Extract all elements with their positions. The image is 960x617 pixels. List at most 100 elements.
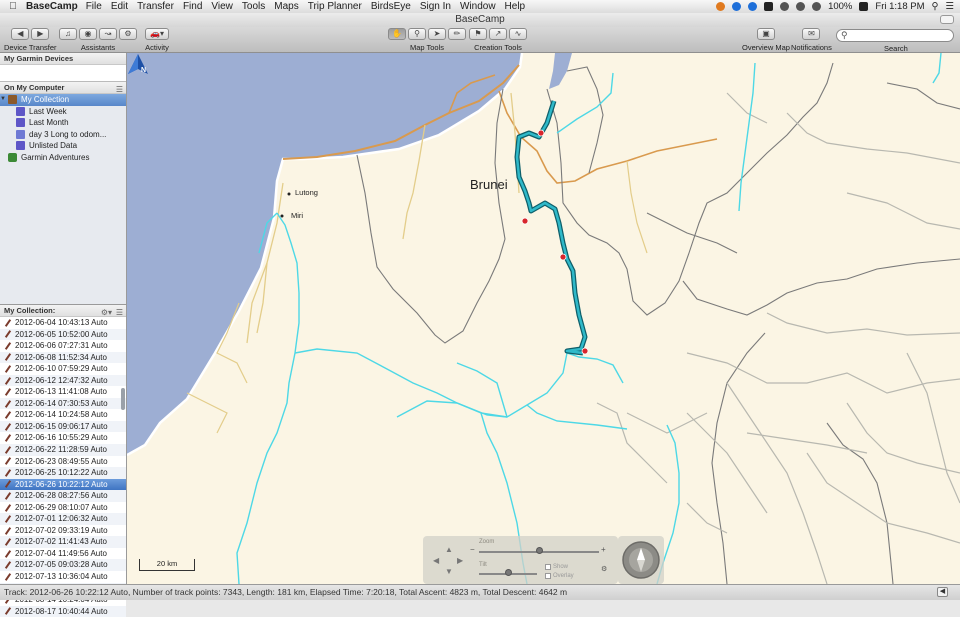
apple-menu-icon[interactable]:  [6, 1, 20, 12]
menu-view[interactable]: View [211, 1, 233, 12]
track-list-item[interactable]: 2012-06-08 11:52:34 Auto [0, 351, 126, 364]
measure-tool-icon[interactable]: ✏ [448, 28, 466, 40]
battery-level[interactable]: 100% [828, 1, 852, 12]
track-list-item[interactable]: 2012-06-29 08:10:07 Auto [0, 502, 126, 514]
status-panel-button[interactable]: ◀ [937, 587, 948, 597]
pan-right-icon[interactable]: ▶ [457, 556, 463, 565]
send-to-device-button[interactable]: ▶ [31, 28, 50, 40]
track-list-item[interactable]: 2012-06-12 12:47:32 Auto [0, 374, 126, 387]
tree-item-my-collection[interactable]: ▼ My Collection [0, 94, 126, 106]
new-track-icon[interactable]: ∿ [509, 28, 527, 40]
track-list-item[interactable]: 2012-07-02 11:41:43 Auto [0, 536, 126, 548]
receive-from-device-button[interactable]: ◀ [11, 28, 30, 40]
menu-window[interactable]: Window [460, 1, 496, 12]
tilt-slider-knob[interactable] [505, 569, 512, 576]
menu-app-name[interactable]: BaseCamp [26, 1, 78, 12]
overlay-checkbox[interactable] [545, 573, 551, 579]
track-list-item[interactable]: 2012-07-13 10:36:04 Auto [0, 571, 126, 583]
music-assistant-icon[interactable]: ♫ [59, 28, 77, 40]
zoom-slider-knob[interactable] [536, 547, 543, 554]
waypoint-marker[interactable] [559, 253, 567, 261]
track-list-item[interactable]: 2012-06-06 07:27:31 Auto [0, 340, 126, 352]
nav-settings-gear-icon[interactable]: ⚙ [601, 565, 607, 573]
track-list-item[interactable]: 2012-07-02 09:33:19 Auto [0, 525, 126, 537]
tree-item-garmin-adventures[interactable]: Garmin Adventures [0, 152, 126, 164]
route-assistant-icon[interactable]: ↝ [99, 28, 117, 40]
wifi-icon[interactable] [796, 2, 806, 11]
devices-pane[interactable] [0, 65, 126, 82]
track-list-item[interactable]: 2012-06-14 07:30:53 Auto [0, 397, 126, 410]
track-list-item[interactable]: 2012-06-22 11:28:59 Auto [0, 444, 126, 456]
show-checkbox[interactable] [545, 564, 551, 570]
track-list-item[interactable]: 2012-06-15 09:06:17 Auto [0, 420, 126, 433]
menu-sign-in[interactable]: Sign In [420, 1, 451, 12]
bluetooth-icon[interactable] [780, 2, 790, 11]
track-list-item[interactable]: 2012-07-04 11:49:56 Auto [0, 548, 126, 560]
menu-maps[interactable]: Maps [274, 1, 298, 12]
pan-up-icon[interactable]: ▲ [445, 545, 453, 554]
track-list-item[interactable]: 2012-08-17 10:40:44 Auto [0, 605, 126, 617]
show-checkbox-row[interactable]: Show [545, 564, 568, 570]
waypoint-marker[interactable] [521, 217, 529, 225]
menu-transfer[interactable]: Transfer [137, 1, 174, 12]
list-menu-icon[interactable]: ☰ [116, 307, 123, 319]
menu-edit[interactable]: Edit [111, 1, 128, 12]
overview-map-button[interactable]: ▣ [756, 28, 775, 40]
menu-file[interactable]: File [86, 1, 102, 12]
menu-trip-planner[interactable]: Trip Planner [308, 1, 362, 12]
pan-control[interactable]: ▲ ◀ ▶ ▼ [431, 542, 467, 578]
track-list-item[interactable]: 2012-06-16 10:55:29 Auto [0, 432, 126, 444]
menu-clock[interactable]: Fri 1:18 PM [875, 1, 924, 12]
waypoint-marker[interactable] [537, 129, 545, 137]
menu-help[interactable]: Help [505, 1, 526, 12]
vlc-tray-icon[interactable] [716, 2, 726, 11]
activity-profile-select[interactable]: 🚗▾ [145, 28, 169, 40]
pan-left-icon[interactable]: ◀ [433, 556, 439, 565]
road-major-path [498, 90, 718, 184]
track-list-item[interactable]: 2012-06-25 10:12:22 Auto [0, 467, 126, 479]
search-input[interactable]: ⚲ [836, 29, 954, 42]
facebook-tray-icon[interactable] [732, 2, 742, 11]
track-list-item[interactable]: 2012-06-10 07:59:29 Auto [0, 363, 126, 375]
pan-down-icon[interactable]: ▼ [445, 567, 453, 576]
zoom-in-button[interactable]: + [601, 545, 606, 554]
track-list-item[interactable]: 2012-06-05 10:52:00 Auto [0, 328, 126, 341]
spotlight-icon[interactable]: ⚲ [932, 1, 939, 12]
menu-find[interactable]: Find [183, 1, 202, 12]
map-view[interactable]: N Brunei Lutong Miri 20 km ▲ ◀ ▶ ▼ Zoom … [127, 53, 960, 584]
track-list-item[interactable]: 2012-06-28 08:27:56 Auto [0, 490, 126, 502]
list-scrollbar[interactable] [121, 388, 125, 410]
disclosure-triangle-icon[interactable]: ▼ [0, 94, 8, 106]
track-list-item[interactable]: 2012-06-23 08:49:55 Auto [0, 456, 126, 468]
toolbar-toggle-button[interactable] [940, 15, 954, 24]
garmin-adventure-icon[interactable]: ◉ [79, 28, 97, 40]
track-list-item[interactable]: 2012-06-26 10:22:12 Auto [0, 478, 126, 491]
track-list-item[interactable]: 2012-07-05 09:03:28 Auto [0, 559, 126, 572]
overlay-checkbox-row[interactable]: Overlay [545, 573, 574, 579]
list-gear-icon[interactable]: ⚙▾ [101, 307, 112, 319]
menu-birdseye[interactable]: BirdsEye [371, 1, 411, 12]
track-list-item[interactable]: 2012-07-01 12:06:32 Auto [0, 513, 126, 525]
rotation-compass-icon[interactable] [618, 536, 664, 584]
hand-tool-icon[interactable]: ✋ [388, 28, 406, 40]
select-tool-icon[interactable]: ➤ [428, 28, 446, 40]
track-list-item[interactable]: 2012-06-14 10:24:58 Auto [0, 409, 126, 421]
notification-center-icon[interactable]: ☰ [945, 1, 954, 12]
track-list-item[interactable]: 2012-06-13 11:41:08 Auto [0, 386, 126, 398]
tree-item-day-3[interactable]: day 3 Long to odom... [0, 129, 126, 141]
new-route-icon[interactable]: ↗ [489, 28, 507, 40]
zoom-tool-icon[interactable]: ⚲ [408, 28, 426, 40]
dropbox-tray-icon[interactable] [748, 2, 758, 11]
new-waypoint-icon[interactable]: ⚑ [469, 28, 487, 40]
volume-icon[interactable] [812, 2, 822, 11]
settings-gear-icon[interactable]: ⚙ [119, 28, 137, 40]
zoom-out-button[interactable]: − [470, 545, 475, 554]
library-menu-icon[interactable]: ☰ [116, 84, 123, 96]
tree-item-last-week[interactable]: Last Week [0, 106, 126, 118]
waypoint-marker[interactable] [581, 347, 589, 355]
tree-item-unlisted-data[interactable]: Unlisted Data [0, 140, 126, 152]
menu-tools[interactable]: Tools [242, 1, 265, 12]
notifications-button[interactable]: ✉ [802, 28, 821, 40]
tree-item-last-month[interactable]: Last Month [0, 117, 126, 129]
clock-tray-icon[interactable] [764, 2, 774, 11]
